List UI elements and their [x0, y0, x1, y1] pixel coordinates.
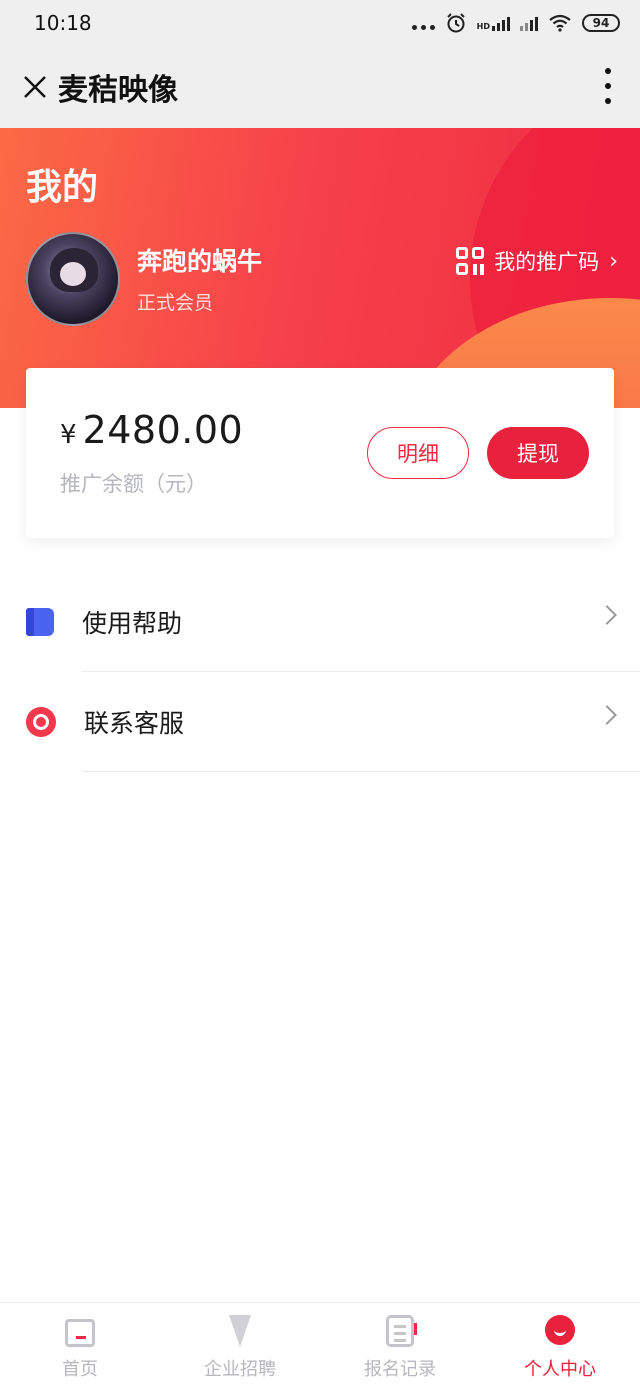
- signal-hd-icon: HD: [477, 15, 510, 31]
- battery-indicator: 94: [582, 14, 620, 32]
- tab-bar: 首页 企业招聘 报名记录 个人中心: [0, 1302, 640, 1387]
- balance-card: ¥ 2480.00 推广余额（元） 明细 提现: [26, 368, 614, 538]
- tab-profile[interactable]: 个人中心: [480, 1303, 640, 1387]
- chevron-right-icon: [597, 705, 617, 725]
- more-menu-icon[interactable]: [604, 68, 612, 104]
- tab-label: 企业招聘: [204, 1359, 276, 1380]
- tab-label: 首页: [62, 1359, 98, 1380]
- tab-recruitment[interactable]: 企业招聘: [160, 1303, 320, 1387]
- promo-code-link[interactable]: 我的推广码 ›: [456, 246, 618, 276]
- alarm-icon: [446, 13, 465, 33]
- signal-icon: [520, 15, 538, 31]
- avatar[interactable]: [26, 232, 120, 326]
- tab-label: 报名记录: [364, 1359, 436, 1380]
- balance-value: 2480.00: [82, 408, 244, 452]
- user-icon: [543, 1315, 577, 1349]
- qr-code-icon: [456, 247, 485, 275]
- promo-code-label: 我的推广码: [494, 250, 600, 274]
- detail-button[interactable]: 明细: [367, 427, 469, 479]
- more-notifications-icon: [411, 16, 435, 30]
- menu-item-customer-service[interactable]: 联系客服: [0, 672, 640, 772]
- tie-icon: [223, 1315, 257, 1349]
- tab-home[interactable]: 首页: [0, 1303, 160, 1387]
- menu-item-label: 使用帮助: [82, 609, 183, 638]
- member-level: 正式会员: [137, 292, 214, 314]
- profile-header: 我的 奔跑的蜗牛 正式会员 我的推广码 ›: [0, 128, 640, 408]
- status-icons: HD 94: [411, 12, 620, 34]
- chevron-right-icon: ›: [609, 248, 618, 274]
- screen: 10:18 HD 94 麦秸映像 我的 奔跑的蜗牛 正式会员 我的推广码 › ¥…: [0, 0, 640, 1387]
- record-icon: [383, 1315, 417, 1349]
- home-icon: [63, 1315, 97, 1349]
- menu-item-help[interactable]: 使用帮助: [0, 572, 640, 672]
- customer-service-icon: [26, 707, 56, 737]
- page-title: 我的: [26, 167, 99, 208]
- balance-amount: ¥ 2480.00: [60, 408, 243, 452]
- currency-symbol: ¥: [60, 420, 77, 450]
- menu-list: 使用帮助 联系客服: [0, 572, 640, 772]
- menu-item-label: 联系客服: [84, 709, 185, 738]
- withdraw-button[interactable]: 提现: [487, 427, 589, 479]
- tab-records[interactable]: 报名记录: [320, 1303, 480, 1387]
- tab-label: 个人中心: [524, 1359, 596, 1380]
- status-time: 10:18: [34, 11, 92, 35]
- app-title: 麦秸映像: [58, 73, 178, 108]
- network-label: HD: [476, 22, 490, 31]
- book-icon: [26, 608, 54, 636]
- chevron-right-icon: [597, 605, 617, 625]
- divider: [82, 771, 640, 772]
- status-bar: 10:18 HD 94: [0, 0, 640, 46]
- balance-label: 推广余额（元）: [60, 472, 207, 496]
- wifi-icon: [549, 14, 571, 32]
- username: 奔跑的蜗牛: [137, 247, 263, 276]
- nav-bar: 麦秸映像: [0, 46, 640, 128]
- close-icon[interactable]: [22, 74, 48, 100]
